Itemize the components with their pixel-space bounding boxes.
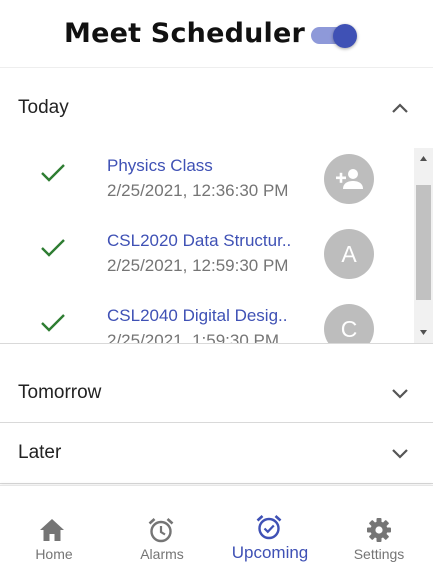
divider (0, 343, 433, 344)
nav-alarms[interactable]: Alarms (108, 486, 216, 569)
app-title: Meet Scheduler (64, 18, 306, 49)
chevron-down-icon (392, 389, 408, 399)
section-today-header[interactable]: Today (0, 78, 433, 138)
today-list[interactable]: Physics Class 2/25/2021, 12:36:30 PM CSL… (0, 148, 433, 343)
item-time: 2/25/2021, 12:59:30 PM (107, 256, 289, 275)
section-tomorrow-label: Tomorrow (18, 382, 102, 403)
scroll-down-arrow[interactable] (414, 324, 433, 341)
nav-settings-label: Settings (353, 546, 405, 562)
section-today-label: Today (18, 97, 69, 118)
list-item[interactable]: CSL2040 Digital Desig.. 2/25/2021, 1:59:… (0, 298, 414, 343)
check-icon (41, 239, 65, 257)
toggle-thumb (333, 24, 357, 48)
scroll-thumb[interactable] (416, 185, 431, 300)
app-header: Meet Scheduler (0, 0, 433, 68)
scroll-up-arrow[interactable] (414, 150, 433, 167)
avatar[interactable] (324, 154, 374, 204)
alarm-check-icon (256, 515, 282, 540)
nav-alarms-label: Alarms (140, 546, 184, 562)
list-item[interactable]: Physics Class 2/25/2021, 12:36:30 PM (0, 148, 414, 223)
add-person-icon (336, 169, 363, 189)
scrollbar[interactable] (414, 148, 433, 343)
divider (0, 483, 433, 484)
nav-settings[interactable]: Settings (325, 486, 433, 569)
section-later-label: Later (18, 442, 62, 463)
nav-upcoming[interactable]: Upcoming (216, 486, 324, 569)
chevron-up-icon (392, 103, 408, 113)
bottom-navigation: Home Alarms Upcoming Settings (0, 485, 433, 569)
nav-home[interactable]: Home (0, 486, 108, 569)
section-tomorrow-header[interactable]: Tomorrow (0, 363, 433, 423)
check-icon (41, 314, 65, 332)
list-item[interactable]: CSL2020 Data Structur.. 2/25/2021, 12:59… (0, 223, 414, 298)
item-time: 2/25/2021, 12:36:30 PM (107, 181, 289, 200)
nav-upcoming-label: Upcoming (231, 543, 309, 562)
alarm-icon (148, 518, 174, 543)
avatar[interactable]: A (324, 229, 374, 279)
item-title: Physics Class (107, 156, 213, 175)
item-title: CSL2040 Digital Desig.. (107, 306, 288, 325)
gear-icon (367, 518, 391, 542)
check-icon (41, 164, 65, 182)
chevron-down-icon (392, 449, 408, 459)
theme-toggle[interactable] (311, 24, 359, 48)
section-later-header[interactable]: Later (0, 423, 433, 483)
nav-home-label: Home (35, 546, 73, 562)
item-time: 2/25/2021, 1:59:30 PM (107, 331, 280, 343)
avatar[interactable]: C (324, 304, 374, 343)
home-icon (40, 519, 64, 541)
item-title: CSL2020 Data Structur.. (107, 231, 292, 250)
